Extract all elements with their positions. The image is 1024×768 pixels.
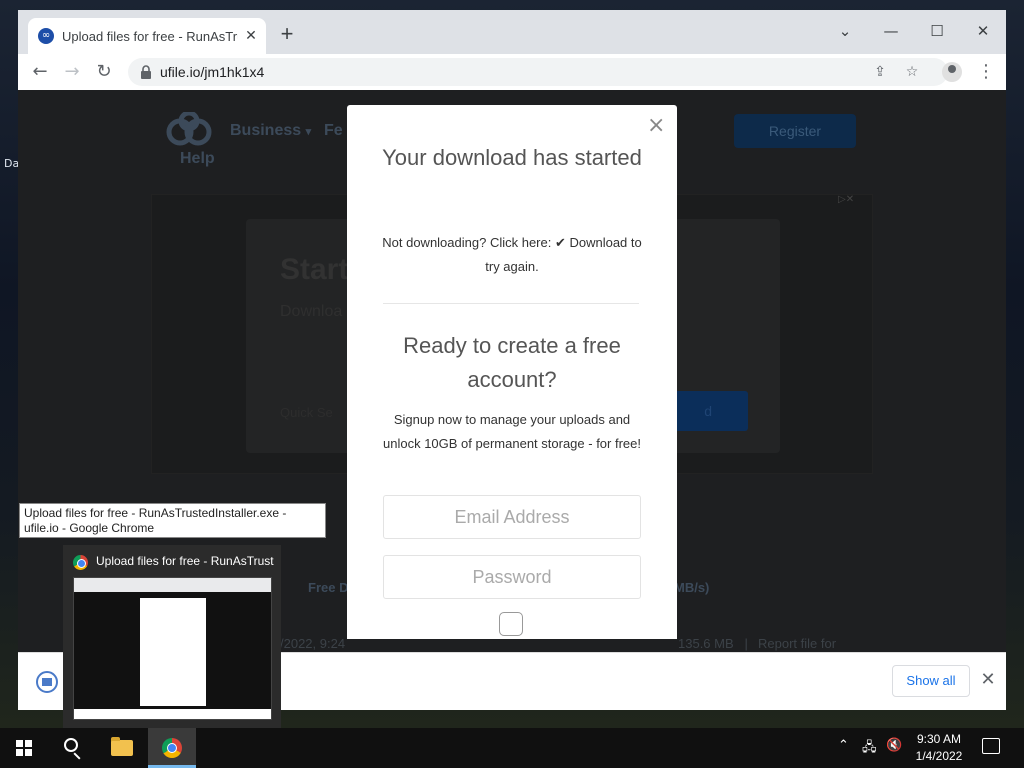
download-modal: × Your download has started Not download… [347, 105, 677, 639]
minimize-button[interactable]: — [868, 16, 914, 46]
windows-taskbar: ⌃ 🖧 🔇 9:30 AM 1/4/2022 [0, 728, 1024, 768]
ad-note: Quick Se [280, 405, 333, 420]
separator: | [744, 636, 748, 651]
upload-date: /2022, 9:24 [280, 636, 346, 651]
file-explorer-button[interactable] [98, 728, 146, 768]
new-tab-button[interactable]: + [276, 23, 298, 46]
close-icon[interactable]: × [647, 115, 665, 137]
notification-center-icon[interactable] [982, 738, 1000, 754]
volume-muted-icon[interactable]: 🔇 [886, 738, 902, 753]
help-link[interactable]: Help [180, 150, 215, 168]
close-download-bar-icon[interactable]: ✕ [978, 669, 998, 691]
browser-toolbar: ← → ↻ ufile.io/jm1hk1x4 ⇪ ☆ ⋮ [18, 54, 1006, 90]
chrome-taskbar-button[interactable] [148, 728, 196, 768]
address-bar[interactable]: ufile.io/jm1hk1x4 ⇪ ☆ [128, 58, 948, 86]
system-clock[interactable]: 9:30 AM 1/4/2022 [908, 731, 970, 765]
ad-subtitle: Downloa [280, 303, 343, 320]
file-size: 135.6 MB | [678, 636, 748, 651]
modal-title: Your download has started [382, 145, 642, 170]
show-hidden-icons-chevron-icon[interactable]: ⌃ [838, 738, 849, 753]
menu-dots-icon[interactable]: ⋮ [976, 60, 996, 84]
close-window-button[interactable]: ✕ [960, 16, 1006, 46]
maximize-button[interactable]: ☐ [914, 16, 960, 46]
chrome-icon [162, 738, 182, 758]
start-button[interactable] [0, 728, 48, 768]
download-file-icon[interactable] [36, 671, 58, 693]
preview-title: Upload files for free - RunAsTrustedInst… [96, 554, 274, 568]
search-button[interactable] [48, 728, 96, 768]
share-icon[interactable]: ⇪ [870, 62, 890, 82]
tab-search-chevron-icon[interactable]: ⌄ [822, 16, 868, 46]
back-button[interactable]: ← [28, 60, 52, 84]
email-field[interactable] [383, 495, 641, 539]
preview-thumbnail[interactable] [73, 577, 272, 720]
tab-title: Upload files for free - RunAsTrustedInst… [62, 29, 238, 44]
ad-headline: Start [280, 253, 349, 286]
report-file-link[interactable]: Report file for [758, 636, 836, 651]
terms-checkbox[interactable] [499, 612, 523, 636]
signup-text: Signup now to manage your uploads and un… [383, 412, 641, 451]
folder-icon [111, 737, 133, 756]
search-icon [64, 738, 78, 752]
thumbnail-modal [140, 598, 206, 706]
desktop-icon-label[interactable]: Da [4, 157, 19, 170]
profile-avatar-button[interactable] [942, 62, 962, 82]
chrome-icon [73, 555, 88, 570]
thumbnail-toolbar [74, 578, 271, 592]
lock-icon[interactable] [140, 65, 152, 79]
tab-ufile[interactable]: ∞ Upload files for free - RunAsTrustedIn… [28, 18, 266, 54]
adchoices-icon[interactable]: ▷✕ [838, 194, 872, 208]
taskbar-tooltip: Upload files for free - RunAsTrustedInst… [19, 503, 326, 538]
signup-title: Ready to create a free account? [403, 333, 621, 392]
speed-label: MB/s) [674, 580, 710, 595]
clock-time: 9:30 AM [916, 732, 962, 746]
url-text[interactable]: ufile.io/jm1hk1x4 [160, 64, 264, 80]
file-size-value: 135.6 MB [678, 636, 734, 651]
divider [383, 303, 639, 304]
password-field[interactable] [383, 555, 641, 599]
nav-business[interactable]: Business ▾ [230, 122, 311, 140]
register-button[interactable]: Register [734, 114, 856, 148]
tab-close-icon[interactable]: ✕ [242, 26, 260, 44]
reload-button[interactable]: ↻ [92, 60, 116, 84]
ufile-logo-icon: ∞ [38, 28, 54, 44]
chevron-down-icon: ▾ [305, 126, 312, 138]
thumbnail-download-bar [74, 709, 271, 719]
bookmark-star-icon[interactable]: ☆ [902, 62, 922, 82]
show-all-button[interactable]: Show all [892, 665, 970, 697]
nav-business-label: Business [230, 122, 302, 139]
retry-download-text[interactable]: Not downloading? Click here: ✔ Download … [377, 231, 647, 279]
tab-strip: ∞ Upload files for free - RunAsTrustedIn… [18, 10, 1006, 54]
network-icon[interactable]: 🖧 [862, 738, 877, 760]
free-download-label[interactable]: Free D [308, 580, 348, 595]
forward-button[interactable]: → [60, 60, 84, 84]
ufile-site-logo[interactable] [166, 112, 212, 148]
windows-logo-icon [16, 740, 32, 756]
taskbar-window-preview[interactable]: Upload files for free - RunAsTrustedInst… [63, 545, 281, 728]
nav-features[interactable]: Fe [324, 122, 343, 140]
clock-date: 1/4/2022 [915, 749, 963, 763]
